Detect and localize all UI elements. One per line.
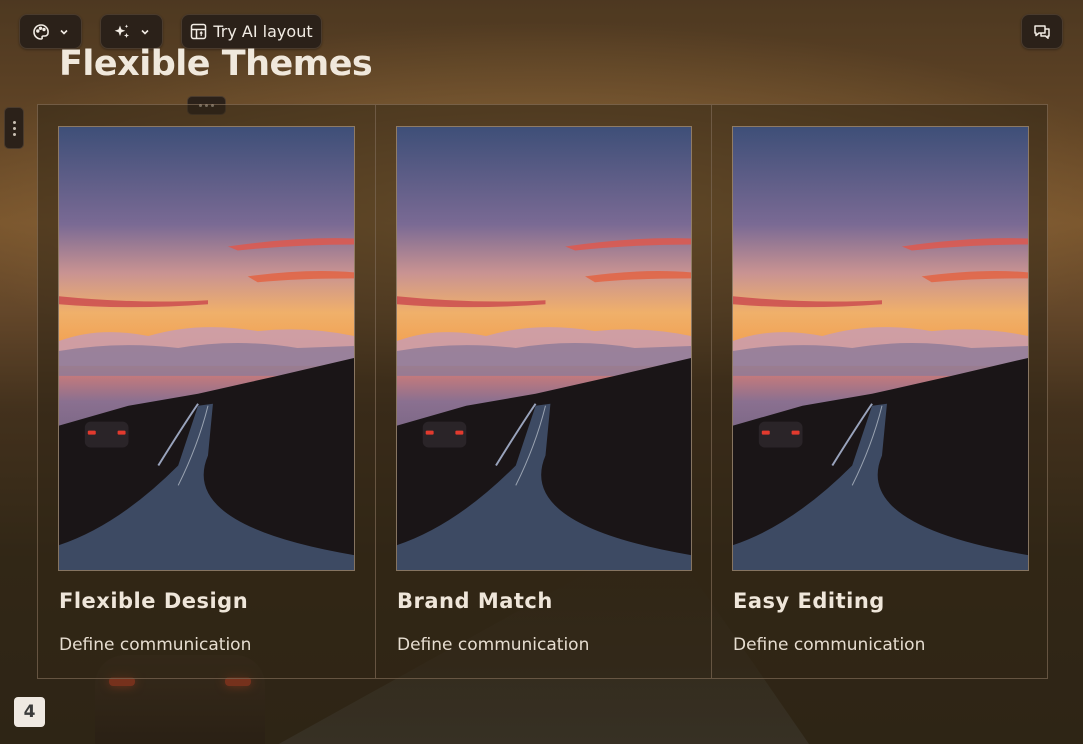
dot [12, 126, 16, 130]
chevron-down-icon [58, 26, 70, 38]
sunset-road-car-image[interactable] [58, 126, 355, 571]
palette-icon [32, 23, 50, 41]
comments-button[interactable] [1021, 14, 1063, 49]
card-description[interactable]: Define communication [397, 635, 589, 655]
card-brand-match[interactable]: Brand Match Define communication [375, 105, 711, 678]
try-ai-layout-label: Try AI layout [213, 22, 313, 41]
sparkle-icon [113, 23, 131, 41]
card-title[interactable]: Brand Match [397, 589, 553, 613]
block-drag-handle[interactable] [4, 107, 24, 149]
chevron-down-icon [139, 26, 151, 38]
sunset-road-car-image[interactable] [732, 126, 1029, 571]
card-title[interactable]: Easy Editing [733, 589, 885, 613]
card-description[interactable]: Define communication [733, 635, 925, 655]
card-title[interactable]: Flexible Design [59, 589, 248, 613]
dot [12, 120, 16, 124]
layout-icon [190, 23, 207, 40]
card-flexible-design[interactable]: Flexible Design Define communication [38, 105, 375, 678]
sunset-road-car-image[interactable] [396, 126, 692, 571]
page-title[interactable]: Flexible Themes [59, 44, 373, 84]
cards-grid: Flexible Design Define communication Bra… [37, 104, 1048, 679]
comment-icon [1033, 23, 1051, 41]
card-easy-editing[interactable]: Easy Editing Define communication [711, 105, 1047, 678]
dot [12, 132, 16, 136]
card-description[interactable]: Define communication [59, 635, 251, 655]
page-number[interactable]: 4 [14, 697, 45, 727]
